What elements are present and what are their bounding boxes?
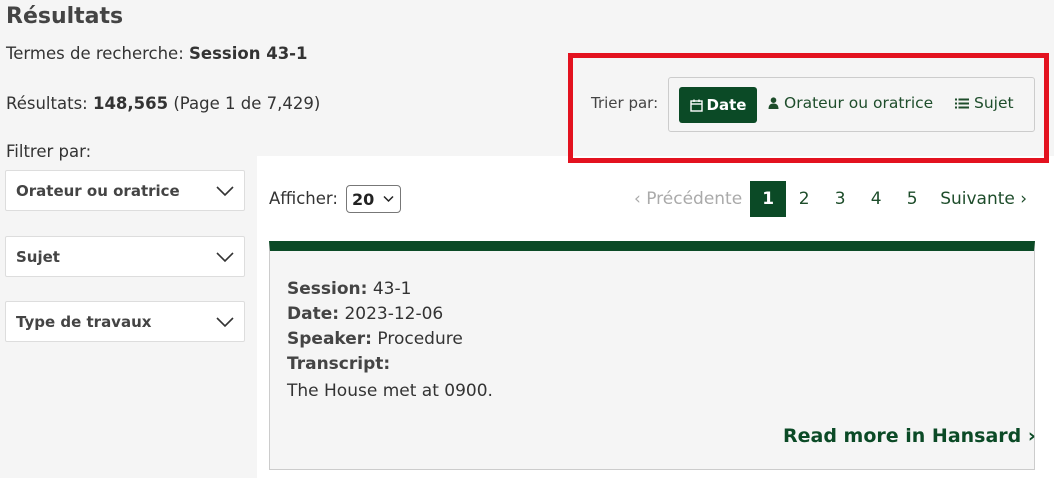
result-speaker: Speaker: Procedure — [287, 329, 463, 349]
result-speaker-label: Speaker: — [287, 329, 372, 349]
pagination-prev[interactable]: ‹ Précédente — [630, 189, 750, 209]
chevron-down-icon — [216, 316, 234, 327]
filter-subject-label: Sujet — [16, 247, 60, 266]
search-terms-label: Termes de recherche: — [6, 44, 190, 63]
per-page-label: Afficher: — [269, 189, 338, 208]
filter-label: Filtrer par: — [6, 142, 92, 161]
search-terms: Termes de recherche: Session 43-1 — [6, 44, 308, 63]
pagination-page-4[interactable]: 4 — [858, 181, 894, 217]
result-transcript-label: Transcript: — [287, 354, 390, 374]
read-more-link[interactable]: Read more in Hansard › — [783, 425, 1036, 447]
sort-subject-label: Sujet — [974, 94, 1014, 112]
pagination: ‹ Précédente 1 2 3 4 5 Suivante › — [630, 181, 1027, 217]
search-terms-value: Session 43-1 — [189, 44, 308, 63]
results-page: (Page 1 de 7,429) — [168, 94, 321, 113]
results-label: Résultats: — [6, 94, 93, 113]
sort-speaker-label: Orateur ou oratrice — [784, 94, 934, 112]
sort-date-label: Date — [706, 96, 747, 114]
filter-speaker[interactable]: Orateur ou oratrice — [5, 170, 245, 211]
filter-subject[interactable]: Sujet — [5, 236, 245, 277]
calendar-icon — [689, 99, 703, 112]
filter-work-type[interactable]: Type de travaux — [5, 301, 245, 342]
pagination-page-3[interactable]: 3 — [822, 181, 858, 217]
per-page-value: 20 — [352, 189, 375, 209]
filter-speaker-label: Orateur ou oratrice — [16, 181, 180, 200]
result-date: Date: 2023-12-06 — [287, 304, 443, 324]
per-page-select[interactable]: 20 — [346, 185, 401, 213]
chevron-down-icon — [216, 185, 234, 196]
page-title: Résultats — [6, 4, 124, 29]
sort-speaker-button[interactable]: Orateur ou oratrice — [768, 94, 933, 112]
chevron-down-icon — [216, 251, 234, 262]
pagination-page-5[interactable]: 5 — [894, 181, 930, 217]
pagination-next[interactable]: Suivante › — [930, 189, 1027, 209]
sort-date-button[interactable]: Date — [679, 87, 757, 123]
sort-subject-button[interactable]: Sujet — [955, 94, 1014, 112]
result-speaker-value: Procedure — [371, 329, 463, 349]
results-count: 148,565 — [92, 94, 169, 113]
user-icon — [768, 97, 779, 109]
result-date-label: Date: — [287, 304, 340, 324]
result-session: Session: 43-1 — [287, 279, 411, 299]
filter-work-type-label: Type de travaux — [16, 312, 152, 331]
result-transcript-heading: Transcript: — [287, 354, 391, 374]
pagination-page-1[interactable]: 1 — [750, 181, 787, 217]
result-transcript-text: The House met at 0900. — [287, 381, 493, 401]
result-session-value: 43-1 — [367, 279, 412, 299]
result-session-label: Session: — [287, 279, 368, 299]
sort-label: Trier par: — [591, 94, 659, 112]
chevron-down-icon — [383, 195, 394, 203]
list-icon — [955, 98, 969, 108]
results-summary: Résultats: 148,565 (Page 1 de 7,429) — [6, 94, 320, 113]
result-date-value: 2023-12-06 — [339, 304, 444, 324]
pagination-page-2[interactable]: 2 — [786, 181, 822, 217]
